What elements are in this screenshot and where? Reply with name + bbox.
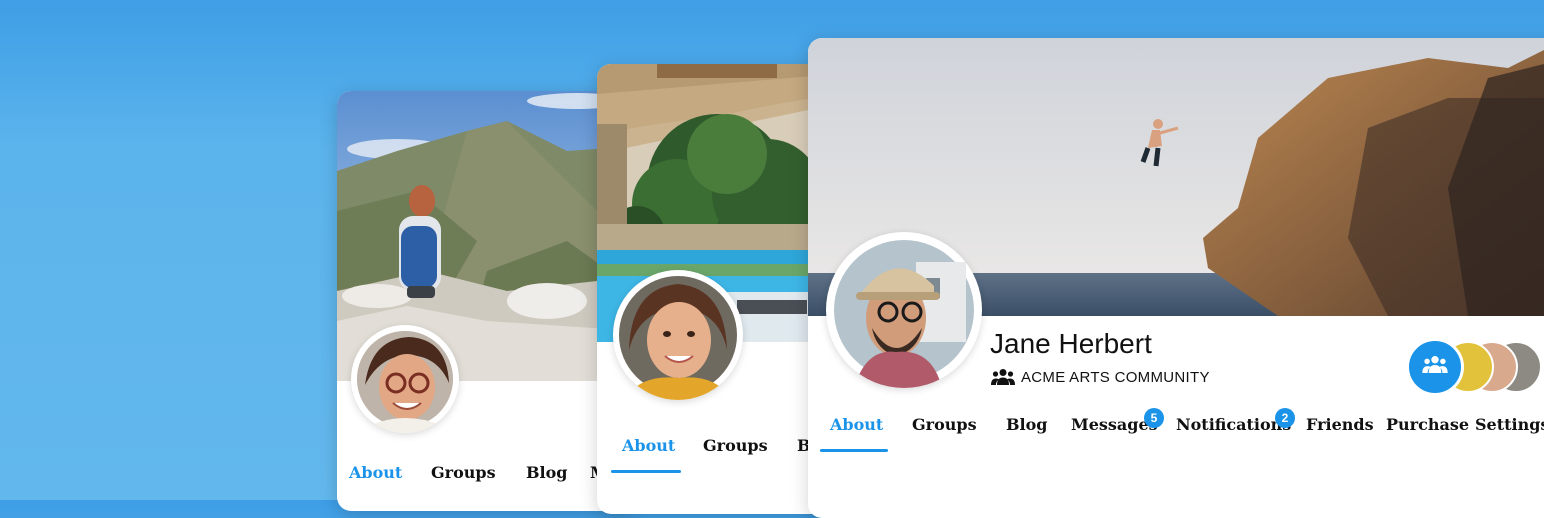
group-icon [991, 368, 1015, 386]
active-tab-underline [611, 470, 681, 473]
tab-about[interactable]: About [622, 436, 675, 455]
tab-notifications[interactable]: Notifications [1176, 415, 1291, 434]
profile-card-resort: About Groups B [597, 64, 837, 514]
tab-groups[interactable]: Groups [431, 463, 496, 482]
tab-about[interactable]: About [830, 415, 883, 434]
profile-name: Jane Herbert [990, 328, 1152, 359]
tab-blog[interactable]: Blog [526, 463, 567, 482]
tab-groups[interactable]: Groups [912, 415, 977, 434]
tab-about[interactable]: About [349, 463, 402, 482]
community-label: ACME ARTS COMMUNITY [1021, 368, 1210, 386]
notifications-count-badge: 2 [1275, 408, 1295, 428]
tab-settings[interactable]: Settings [1475, 415, 1544, 434]
avatar-photo [357, 331, 453, 433]
tab-friends[interactable]: Friends [1306, 415, 1374, 434]
avatar[interactable] [351, 325, 459, 433]
active-tab-underline [820, 449, 888, 452]
avatar-photo [834, 240, 974, 388]
group-icon [1422, 355, 1448, 379]
avatar-photo [619, 276, 737, 400]
avatar[interactable] [826, 232, 982, 388]
tab-blog[interactable]: Blog [1006, 415, 1047, 434]
members-button[interactable] [1406, 338, 1464, 396]
profile-card-main: Jane Herbert ACME ARTS COMMUNITY About G… [808, 38, 1544, 518]
tab-purchase[interactable]: Purchase [1386, 415, 1469, 434]
tab-groups[interactable]: Groups [703, 436, 768, 455]
member-avatars[interactable] [1406, 338, 1542, 396]
community-row[interactable]: ACME ARTS COMMUNITY [991, 368, 1210, 386]
profile-card-mountain: About Groups Blog M [337, 91, 637, 511]
avatar[interactable] [613, 270, 743, 400]
messages-count-badge: 5 [1144, 408, 1164, 428]
